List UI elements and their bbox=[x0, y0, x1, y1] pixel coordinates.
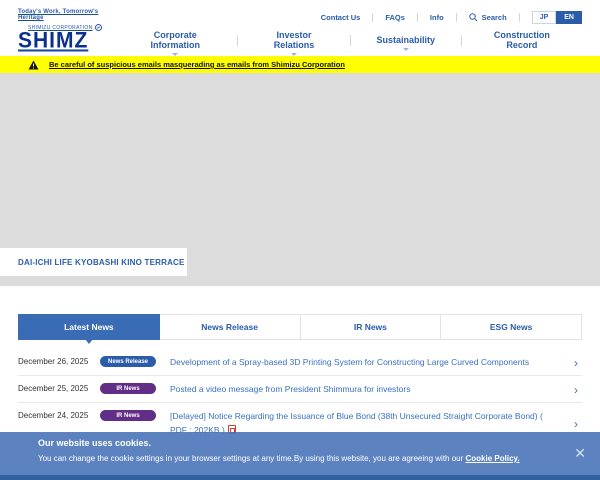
news-row[interactable]: December 26, 2025 News Release Developme… bbox=[18, 349, 582, 377]
news-link[interactable]: Posted a video message from President Sh… bbox=[170, 383, 574, 396]
site-header: Today's Work, Tomorrow's Heritage SHIMIZ… bbox=[0, 0, 600, 56]
footer-edge bbox=[0, 475, 600, 480]
news-date: December 24, 2025 bbox=[18, 411, 89, 421]
info-link[interactable]: Info bbox=[418, 13, 456, 22]
divider bbox=[518, 12, 520, 22]
news-section: Latest News News Release IR News ESG New… bbox=[0, 286, 600, 480]
shimizu-logo[interactable]: Today's Work, Tomorrow's Heritage SHIMIZ… bbox=[18, 0, 113, 56]
logo-wordmark: SHIMZ bbox=[18, 28, 89, 53]
news-date: December 26, 2025 bbox=[18, 357, 89, 366]
cookie-body: You can change the cookie settings in yo… bbox=[38, 454, 520, 463]
cookie-text: Our website uses cookies. You can change… bbox=[0, 432, 600, 463]
ir-news-badge: IR News bbox=[100, 410, 156, 422]
language-switcher: JP EN bbox=[531, 10, 582, 24]
logo-tagline: Today's Work, Tomorrow's Heritage bbox=[18, 9, 99, 21]
header-right: Contact Us FAQs Info Search JP EN Corpor… bbox=[113, 0, 582, 56]
tab-latest-news[interactable]: Latest News bbox=[18, 314, 160, 340]
close-icon[interactable]: ✕ bbox=[574, 446, 586, 460]
nav-corporate-information[interactable]: Corporate Information bbox=[113, 30, 237, 56]
news-list: December 26, 2025 News Release Developme… bbox=[18, 349, 582, 444]
alert-banner: Be careful of suspicious emails masquera… bbox=[0, 56, 600, 73]
chevron-right-icon: › bbox=[574, 355, 578, 370]
search-button[interactable]: Search bbox=[457, 13, 519, 22]
chevron-down-icon bbox=[172, 53, 179, 56]
news-tabs: Latest News News Release IR News ESG New… bbox=[18, 314, 582, 340]
lang-en-button[interactable]: EN bbox=[556, 10, 582, 24]
cookie-policy-link[interactable]: Cookie Policy. bbox=[466, 454, 520, 463]
cookie-title: Our website uses cookies. bbox=[38, 438, 152, 448]
chevron-right-icon: › bbox=[574, 382, 578, 397]
nav-investor-relations[interactable]: Investor Relations bbox=[238, 30, 349, 56]
lang-jp-button[interactable]: JP bbox=[531, 10, 557, 24]
tab-ir-news[interactable]: IR News bbox=[300, 314, 442, 340]
utility-nav: Contact Us FAQs Info Search JP EN bbox=[309, 10, 582, 24]
news-date: December 25, 2025 bbox=[18, 384, 89, 394]
news-link[interactable]: Development of a Spray-based 3D Printing… bbox=[170, 356, 574, 369]
tab-news-release[interactable]: News Release bbox=[159, 314, 301, 340]
tab-esg-news[interactable]: ESG News bbox=[441, 314, 582, 340]
main-nav: Corporate Information Investor Relations… bbox=[113, 30, 582, 56]
chevron-down-icon bbox=[402, 48, 409, 51]
contact-us-link[interactable]: Contact Us bbox=[309, 13, 373, 22]
news-release-badge: News Release bbox=[100, 356, 156, 367]
news-row[interactable]: December 25, 2025 IR News Posted a video… bbox=[18, 376, 582, 404]
search-icon bbox=[468, 12, 478, 21]
warning-icon bbox=[28, 60, 39, 69]
chevron-down-icon bbox=[290, 53, 297, 56]
ir-news-badge: IR News bbox=[100, 383, 156, 395]
cookie-banner: Our website uses cookies. You can change… bbox=[0, 432, 600, 480]
hero-caption: DAI-ICHI LIFE KYOBASHI KINO TERRACE bbox=[0, 248, 187, 276]
faqs-link[interactable]: FAQs bbox=[373, 13, 417, 22]
nav-sustainability[interactable]: Sustainability bbox=[350, 35, 461, 51]
hero-image: DAI-ICHI LIFE KYOBASHI KINO TERRACE bbox=[0, 73, 600, 286]
alert-link[interactable]: Be careful of suspicious emails masquera… bbox=[49, 60, 345, 69]
nav-construction-record[interactable]: Construction Record bbox=[462, 30, 582, 50]
chevron-right-icon: › bbox=[574, 416, 578, 431]
